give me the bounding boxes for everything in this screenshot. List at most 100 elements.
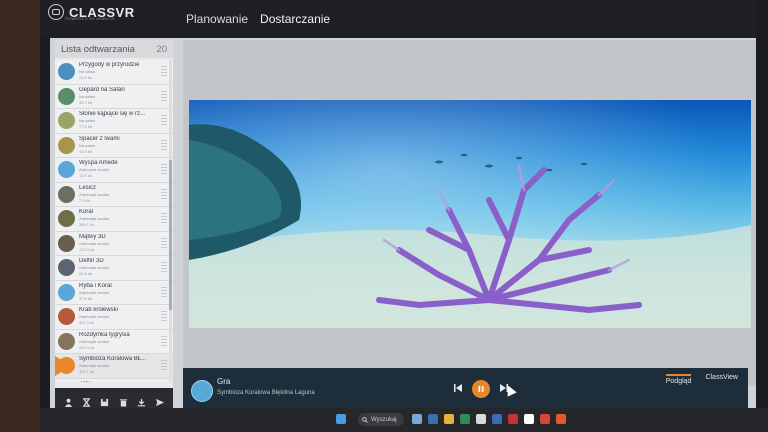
playlist-item-category: Zwierzęta wodne (79, 240, 110, 246)
tab-dostarczanie[interactable]: Dostarczanie (254, 0, 337, 40)
content-thumbnail-icon (58, 63, 75, 80)
playlist-item[interactable]: Symbioza Koralowa BŁ... Zwierzęta wodne 11… (55, 354, 173, 379)
opera-icon[interactable] (540, 414, 550, 424)
app-icon-white[interactable] (524, 414, 534, 424)
playlist-header: Lista odtwarzania 20 (55, 40, 173, 58)
person-icon[interactable] (62, 398, 74, 409)
tab-planowanie[interactable]: Planowanie (180, 0, 254, 38)
drag-handle-icon[interactable] (161, 335, 167, 347)
playlist-item[interactable]: Leśicz Zwierzęta wodne 7.0 kb (55, 182, 173, 207)
playlist-item-category: Zwierzęta wodne (79, 363, 110, 368)
playlist-item-size: 122.9 kb (79, 246, 95, 252)
drag-handle-icon[interactable] (161, 139, 167, 151)
drag-handle-icon[interactable] (161, 115, 167, 126)
drag-handle-icon[interactable] (161, 188, 167, 200)
task-view-icon[interactable] (412, 414, 422, 424)
drag-handle-icon[interactable] (161, 66, 167, 77)
playlist-item[interactable]: Wyspa Amede Zwierzęta wodne 13.3 kb (55, 158, 173, 183)
content-thumbnail-icon (58, 87, 75, 105)
content-thumbnail-icon (58, 259, 75, 276)
main-tabs: Planowanie Dostarczanie (180, 0, 337, 40)
playlist-item-name: Koral (79, 209, 94, 215)
drag-handle-icon[interactable] (161, 237, 167, 249)
playlist-item-category: Zwierzęta wodne (79, 338, 110, 344)
content-thumbnail-icon (191, 380, 213, 402)
playlist-item-category: Zwierzęta wodne (79, 216, 110, 221)
playlist-item-name: Spacer z lwami (79, 135, 120, 142)
send-icon[interactable] (154, 398, 166, 409)
playlist-item[interactable]: Gepard na Safari Na safari 45.7 kb (55, 84, 173, 109)
content-thumbnail-icon (58, 308, 75, 325)
tab-podglad[interactable]: Podgląd (665, 374, 692, 385)
logo-tagline: POWERED BY AVANTIS (65, 16, 115, 21)
app-icon-red[interactable] (508, 414, 518, 424)
playlist-item-name: Symbioza Koralowa BŁ... (79, 356, 147, 362)
taskbar-start (336, 414, 346, 424)
playlist-item[interactable]: ŻółwZwierzęta wodne327.4 kb (55, 378, 173, 382)
vr-headset-icon (48, 4, 64, 20)
download-icon[interactable] (135, 398, 147, 409)
view-tabs: Podgląd ClassView (665, 374, 738, 385)
preview-area (183, 40, 758, 385)
drag-handle-icon[interactable] (161, 360, 167, 371)
playlist-panel: Lista odtwarzania 20 Przygody w przyrodz… (55, 40, 173, 418)
playlist-item-size: 45.7 kb (79, 99, 93, 105)
playlist-item[interactable]: Spacer z lwami Na safari 43.8 kb (55, 133, 173, 158)
content-thumbnail-icon (58, 136, 75, 154)
edge-browser-icon[interactable] (460, 414, 470, 424)
playlist-item-size: 24.5 kb (79, 75, 93, 80)
main-panel: Lista odtwarzania 20 Przygody w przyrodz… (50, 38, 768, 428)
tab-classview[interactable]: ClassView (705, 374, 738, 385)
content-thumbnail-icon (58, 185, 75, 203)
content-thumbnail-icon (58, 210, 75, 227)
content-thumbnail-icon (58, 112, 75, 129)
content-thumbnail-icon (58, 234, 75, 252)
search-icon (362, 416, 368, 423)
playlist-item-name: Przygody w przyrodzie (79, 62, 140, 68)
pause-button[interactable] (472, 380, 490, 398)
mail-icon[interactable] (492, 414, 502, 424)
playlist-item-name: Wyspa Amede (79, 160, 118, 166)
hourglass-icon[interactable] (80, 397, 92, 409)
playlist-item[interactable]: Koral Zwierzęta wodne 355.1 kb (55, 207, 173, 232)
brave-icon[interactable] (556, 414, 566, 424)
save-icon[interactable] (99, 398, 111, 409)
video-preview[interactable] (189, 100, 751, 328)
playlist-item-name: Ryba i Koral (79, 282, 112, 289)
top-navigation-bar: CLASSVR POWERED BY AVANTIS Planowanie Do… (40, 0, 768, 40)
drag-handle-icon[interactable] (161, 286, 167, 298)
skip-previous-icon[interactable] (453, 383, 463, 396)
playlist-item[interactable]: Delfin 3D Zwierzęta wodne 24.6 kb (55, 256, 173, 281)
scrollbar-thumb[interactable] (169, 160, 172, 310)
playlist-item[interactable]: Mątwy 3D Zwierzęta wodne 122.9 kb (55, 231, 173, 256)
playlist-item[interactable]: Rozdymka tygrysia Zwierzęta wodne 423.4 kb (55, 329, 173, 354)
playlist-item[interactable]: Krab królewski Zwierzęta wodne 407.3 kb (55, 305, 173, 330)
playlist-item[interactable]: Ryba i Koral Zwierzęta wodne 37.5 kb (55, 280, 173, 305)
drag-handle-icon[interactable] (161, 311, 167, 322)
trash-icon[interactable] (117, 398, 129, 409)
playlist-item-size: 43.8 kb (79, 148, 93, 154)
player-subtitle: Symbioza Koralowa Błękitna Laguna (217, 390, 315, 396)
chrome-browser-icon[interactable] (476, 414, 486, 424)
windows-start-icon[interactable] (336, 414, 346, 424)
meet-icon[interactable] (428, 414, 438, 424)
taskbar-search[interactable]: Wyszukaj (358, 413, 404, 426)
drag-handle-icon[interactable] (161, 262, 167, 273)
playlist-item-category: Zwierzęta wodne (79, 289, 110, 295)
playlist-item-size: 407.3 kb (79, 320, 95, 325)
drag-handle-icon[interactable] (161, 213, 167, 224)
drag-handle-icon[interactable] (161, 90, 167, 102)
playlist-item[interactable]: Słonie kąpiące się w rz... Na safari 77.4 … (55, 109, 173, 134)
drag-handle-icon[interactable] (161, 164, 167, 175)
playlist-item-category: Zwierzęta wodne (79, 265, 110, 270)
search-label: Wyszukaj (371, 416, 397, 423)
playlist-item-size: 77.4 kb (79, 124, 93, 129)
playlist-item-category: Zwierzęta wodne (79, 191, 110, 197)
playlist-item[interactable]: Przygody w przyrodzie Na safari 24.5 kb (55, 60, 173, 85)
playlist-items: Przygody w przyrodzie Na safari 24.5 kb Gep… (55, 60, 173, 382)
playlist-item-size: 13.3 kb (79, 173, 93, 178)
file-explorer-icon[interactable] (444, 414, 454, 424)
player-title: Gra (217, 377, 231, 386)
playlist-item-size: 423.4 kb (79, 344, 95, 350)
playlist-scrollbar[interactable] (169, 60, 172, 382)
